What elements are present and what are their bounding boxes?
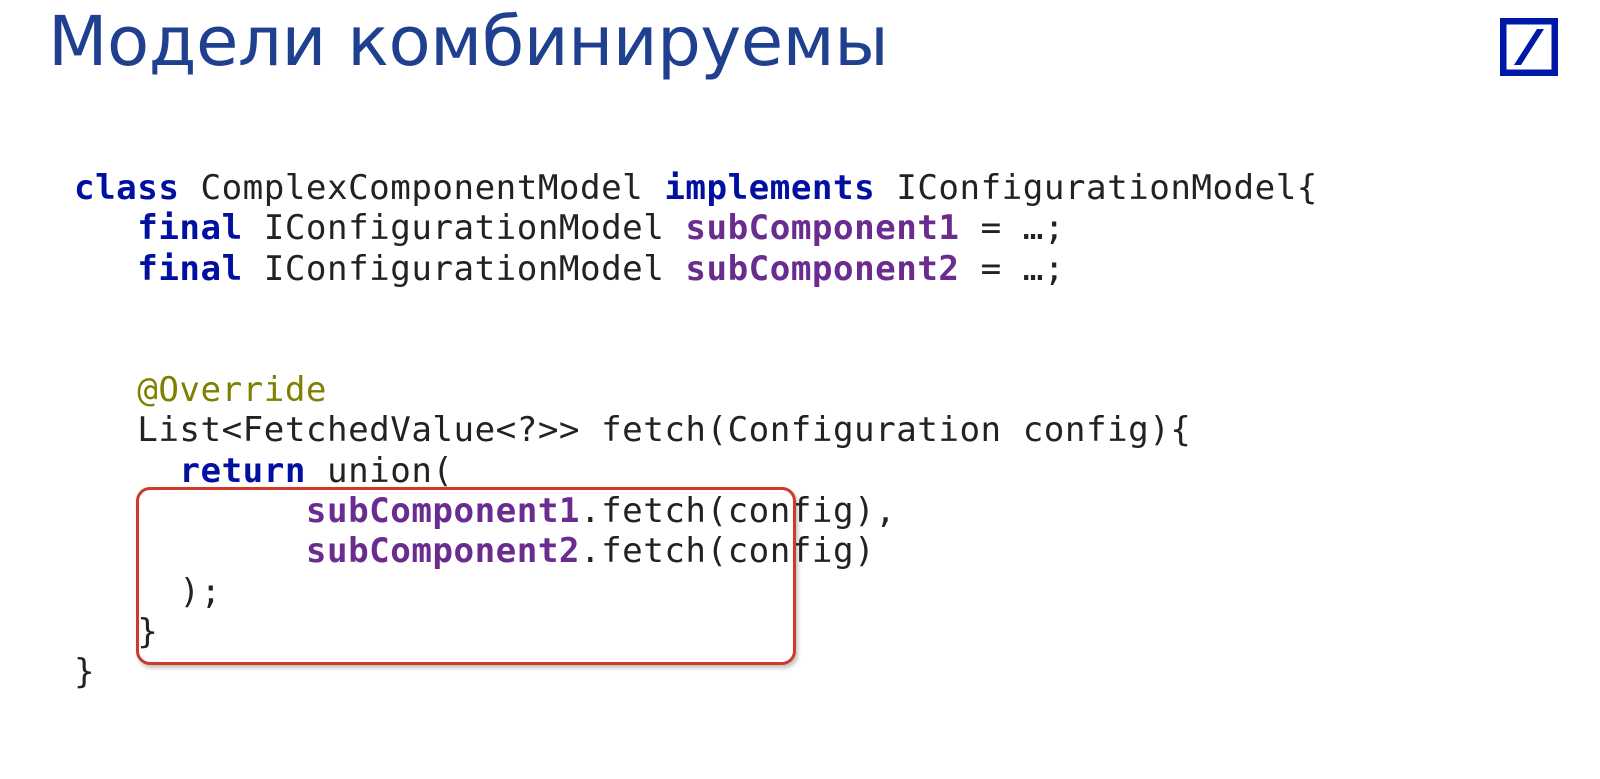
field-ref-sub1: subComponent1 [306, 491, 580, 531]
code-block: class ComplexComponentModel implements I… [74, 168, 1318, 693]
field-sub1: subComponent1 [685, 208, 959, 248]
indent [74, 451, 179, 491]
method-sig: List<FetchedValue<?>> fetch(Configuratio… [137, 410, 1191, 450]
assign: = …; [960, 208, 1065, 248]
slide-title: Модели комбинируемы [48, 2, 888, 82]
union-open: union( [306, 451, 454, 491]
keyword-implements: implements [664, 168, 875, 208]
assign: = …; [960, 249, 1065, 289]
keyword-class: class [74, 168, 179, 208]
keyword-final: final [137, 208, 242, 248]
indent [74, 491, 306, 531]
indent [74, 370, 137, 410]
close-brace: } [74, 652, 95, 692]
indent [74, 208, 137, 248]
indent [74, 531, 306, 571]
classname: ComplexComponentModel [179, 168, 664, 208]
field-sub2: subComponent2 [685, 249, 959, 289]
type: IConfigurationModel [243, 208, 686, 248]
annotation-override: @Override [137, 370, 327, 410]
iface-tail: IConfigurationModel{ [875, 168, 1318, 208]
indent [74, 249, 137, 289]
arg1-tail: .fetch(config), [580, 491, 896, 531]
keyword-return: return [179, 451, 306, 491]
type: IConfigurationModel [243, 249, 686, 289]
field-ref-sub2: subComponent2 [306, 531, 580, 571]
indent [74, 410, 137, 450]
db-logo-icon [1500, 18, 1558, 76]
arg2-tail: .fetch(config) [580, 531, 875, 571]
close-paren: ); [74, 572, 222, 612]
close-brace: } [74, 612, 158, 652]
keyword-final: final [137, 249, 242, 289]
